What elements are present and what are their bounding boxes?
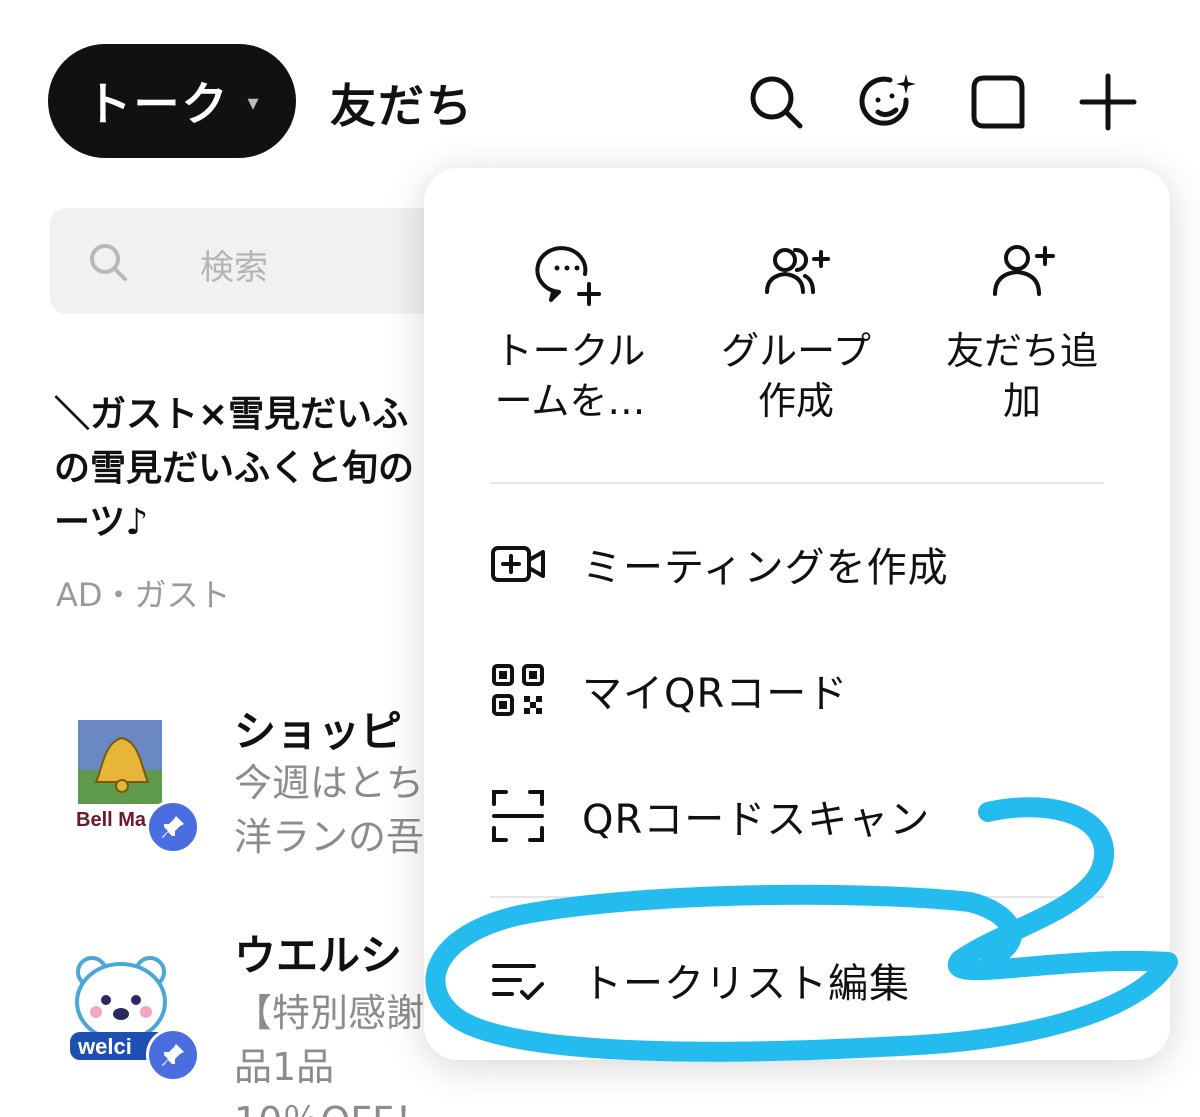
chat-preview: 今週はとち 洋ランの吾 — [234, 761, 425, 859]
search-icon[interactable] — [744, 70, 808, 134]
search-icon — [86, 240, 130, 284]
talk-tab-dropdown[interactable]: トーク ▾ — [48, 44, 296, 158]
quick-action-label: トークル ームを… — [494, 329, 646, 423]
qr-code-icon — [490, 662, 546, 718]
avatar-text: welci — [77, 1034, 132, 1059]
list-edit-icon — [490, 952, 546, 1008]
add-icon[interactable] — [1076, 70, 1140, 134]
video-plus-icon — [490, 536, 546, 592]
pin-icon — [146, 1028, 200, 1082]
menu-item-label: トークリスト編集 — [582, 961, 910, 1007]
ad-sponsor: AD・ガスト — [56, 576, 231, 614]
quick-action-label: 友だち追 加 — [945, 329, 1098, 423]
note-square-icon[interactable] — [966, 70, 1030, 134]
ad-title[interactable]: ＼ガスト×雪見だいふ の雪見だいふくと旬の ーツ♪ — [54, 388, 434, 550]
my-qr-code-item[interactable]: マイQRコード — [490, 660, 848, 720]
chat-plus-icon — [535, 246, 601, 306]
divider — [490, 896, 1104, 898]
chat-list-item[interactable]: Bell Ma ショッピ 今週はとち 洋ランの吾 — [0, 690, 440, 890]
create-group-button[interactable]: グループ 作成 — [696, 238, 896, 426]
create-meeting-item[interactable]: ミーティングを作成 — [490, 534, 949, 594]
edit-talk-list-item[interactable]: トークリスト編集 — [490, 950, 910, 1010]
avatar-text: Bell Ma — [76, 809, 147, 831]
chat-name: ショッピ — [234, 707, 403, 756]
person-add-icon — [993, 245, 1055, 296]
chat-name: ウエルシ — [234, 931, 403, 980]
talk-tab-label: トーク — [85, 77, 230, 131]
menu-item-label: マイQRコード — [582, 671, 849, 717]
add-friend-button[interactable]: 友だち追 加 — [922, 238, 1122, 426]
chat-preview: 【特別感謝 品1品10％OFF！ — [234, 991, 432, 1117]
screen: トーク ▾ 友だち 検索 ＼ガスト×雪見だいふ の雪見だいふくと旬の ーツ♪ A… — [0, 0, 1200, 1117]
menu-item-label: ミーティングを作成 — [582, 545, 949, 591]
qr-scan-item[interactable]: QRコードスキャン — [490, 786, 930, 846]
divider — [490, 482, 1104, 484]
chat-list-item[interactable]: welci ウエルシ 【特別感謝 品1品10％OFF！ — [0, 916, 440, 1117]
menu-item-label: QRコードスキャン — [582, 797, 931, 843]
search-placeholder: 検索 — [200, 248, 268, 288]
quick-action-label: グループ 作成 — [721, 329, 871, 423]
group-add-icon — [765, 247, 830, 294]
friends-tab[interactable]: 友だち — [330, 70, 474, 136]
qr-scan-icon — [490, 788, 546, 844]
add-menu-popup: トークル ームを… グループ 作成 友だち追 加 ミーティングを作成 マイQRコ… — [424, 168, 1170, 1060]
create-chatroom-button[interactable]: トークル ームを… — [470, 238, 670, 426]
pin-icon — [146, 800, 200, 854]
face-sparkle-icon[interactable] — [856, 70, 920, 134]
chevron-down-icon: ▾ — [247, 90, 259, 116]
